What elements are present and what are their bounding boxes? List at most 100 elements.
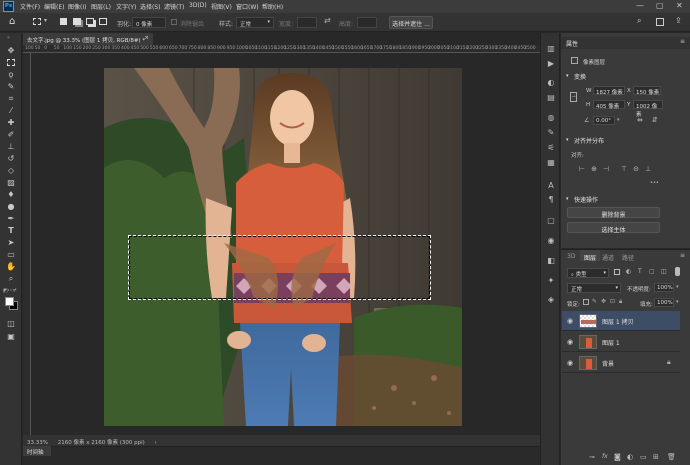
panel-menu-icon[interactable]: ≡ [680,38,685,45]
layer-row[interactable]: ◉ 图层 1 [562,332,680,352]
close-button[interactable]: ✕ [676,1,683,10]
styles-icon[interactable]: ◍ [546,113,556,122]
brushes-icon[interactable]: ✎ [546,128,556,137]
libraries-icon[interactable]: ▤ [546,93,556,102]
ruler-horizontal[interactable]: 100 50 0 50 100 150 200 250 300 350 400 450 500 550 60… [23,45,540,53]
tab-layers[interactable]: 图层 [584,253,596,262]
actions-icon[interactable]: ▶ [546,59,556,68]
menu-3d[interactable]: 3D(D) [189,2,207,9]
tab-paths[interactable]: 路径 [622,253,634,262]
foreground-color-swatch[interactable] [5,297,14,306]
select-and-mask-button[interactable]: 选择并遮住 ... [389,16,433,29]
w-input[interactable]: 1827 像素 [593,86,625,96]
lock-position-icon[interactable]: ✥ [601,298,606,305]
layer-name[interactable]: 图层 1 拷贝 [602,317,634,326]
group-icon[interactable]: ▭ [640,453,647,461]
swap-colors-icon[interactable]: ↱ [13,288,17,294]
angle-chevron-icon[interactable]: ▾ [617,117,620,123]
tab-3d[interactable]: 3D [567,253,575,260]
timeline-tab[interactable]: 时间轴 [23,446,51,456]
move-tool-icon[interactable]: ✥ [4,45,18,56]
clone-stamp-tool-icon[interactable]: ⊥ [4,141,18,152]
link-icon[interactable]: ⊸ [570,92,577,102]
new-selection-icon[interactable] [60,18,67,25]
align-chevron-icon[interactable]: ▾ [566,137,569,143]
menu-type[interactable]: 文字(Y) [116,2,136,11]
flip-horizontal-icon[interactable]: ⇹ [637,116,643,124]
menu-file[interactable]: 文件(F) [20,2,40,11]
quick-select-tool-icon[interactable]: ✎ [4,81,18,92]
add-selection-icon[interactable] [73,18,81,25]
fx-icon[interactable]: fx [602,453,608,460]
brush-tool-icon[interactable]: ✐ [4,129,18,140]
healing-brush-tool-icon[interactable]: ✚ [4,117,18,128]
opacity-input[interactable]: 100% [654,283,674,292]
paragraph-icon[interactable]: ¶ [546,195,556,204]
blur-tool-icon[interactable]: ♦ [4,189,18,200]
layer-filter-select[interactable]: ⌕ 类型 ▾ [567,268,609,278]
menu-layer[interactable]: 图层(L) [91,2,111,11]
tab-channels[interactable]: 通道 [602,253,614,262]
layer-row[interactable]: ◉ 背景 🔒︎ [562,353,680,373]
menu-select[interactable]: 选择(S) [140,2,161,11]
search-icon[interactable]: ⌕ [637,16,641,26]
filter-adjust-icon[interactable]: ◐ [626,268,631,275]
toolbar-collapse-icon[interactable]: » [7,35,10,41]
dodge-tool-icon[interactable]: ● [4,201,18,212]
more-options-icon[interactable]: ••• [650,180,659,186]
filter-smart-icon[interactable]: ◫ [661,268,667,275]
screen-mode-icon[interactable]: ▣ [4,331,18,342]
channels-icon[interactable]: ✦ [546,276,556,285]
swatches-icon[interactable]: ▦ [546,158,556,167]
layers-panel-menu-icon[interactable]: ≡ [680,252,685,259]
menu-window[interactable]: 窗口(W) [236,2,259,11]
lock-transparent-icon[interactable] [583,299,589,305]
pen-tool-icon[interactable]: ✒ [4,213,18,224]
minimize-button[interactable]: — [636,1,644,10]
angle-input[interactable]: 0.00° [593,116,615,125]
history-brush-tool-icon[interactable]: ↺ [4,153,18,164]
align-bottom-icon[interactable]: ⊥ [644,165,652,173]
lock-all-icon[interactable]: 🔒︎ [619,298,622,306]
filter-toggle-icon[interactable] [675,267,680,276]
opacity-chevron-icon[interactable]: ▾ [676,284,679,290]
eraser-tool-icon[interactable]: ◇ [4,165,18,176]
menu-filter[interactable]: 滤镜(T) [164,2,184,11]
menu-image[interactable]: 图像(I) [68,2,86,11]
patterns-icon[interactable]: ◉ [546,236,556,245]
share-icon[interactable]: ⇪ [675,16,682,25]
paths-icon[interactable]: ⚟ [546,143,556,152]
new-layer-icon[interactable]: ⊞ [653,453,659,461]
type-tool-icon[interactable]: T [4,225,18,236]
width-input[interactable] [297,17,317,28]
ps-logo-icon[interactable]: Ps [3,1,14,12]
eyedropper-tool-icon[interactable]: ⁄ [4,105,18,116]
menu-help[interactable]: 帮助(H) [262,2,283,11]
height-input[interactable] [357,17,377,28]
maximize-button[interactable]: ▢ [656,1,664,10]
filter-shape-icon[interactable]: ▢ [649,268,655,275]
align-hcenter-icon[interactable]: ⊕ [590,165,598,173]
transform-chevron-icon[interactable]: ▾ [566,73,569,79]
select-subject-button[interactable]: 选择主体 [567,222,660,234]
lasso-tool-icon[interactable]: ϙ [4,69,18,80]
quick-actions-chevron-icon[interactable]: ▾ [566,196,569,202]
close-tab-icon[interactable]: × [144,35,149,41]
subtract-selection-icon[interactable] [86,18,94,25]
adjustment-layer-icon[interactable]: ◐ [627,453,633,461]
h-input[interactable]: 405 像素 [593,100,625,110]
adjustments-icon[interactable]: ◐ [546,78,556,87]
marquee-selection[interactable] [128,235,431,300]
fill-chevron-icon[interactable]: ▾ [676,299,679,305]
visibility-eye-icon[interactable]: ◉ [567,317,573,325]
link-layers-icon[interactable]: ⊸ [589,453,595,461]
preset-chevron-icon[interactable]: ▾ [44,17,47,24]
rectangle-tool-icon[interactable]: ▭ [4,249,18,260]
remove-background-button[interactable]: 删除背景 [567,207,660,219]
intersect-selection-icon[interactable] [99,18,107,25]
gradient-tool-icon[interactable]: ▨ [4,177,18,188]
style-select[interactable]: 正常 ▾ [236,17,274,28]
filter-type-icon[interactable]: T [638,268,642,275]
crop-tool-icon[interactable]: ⌗ [4,93,18,104]
visibility-eye-icon[interactable]: ◉ [567,359,573,367]
